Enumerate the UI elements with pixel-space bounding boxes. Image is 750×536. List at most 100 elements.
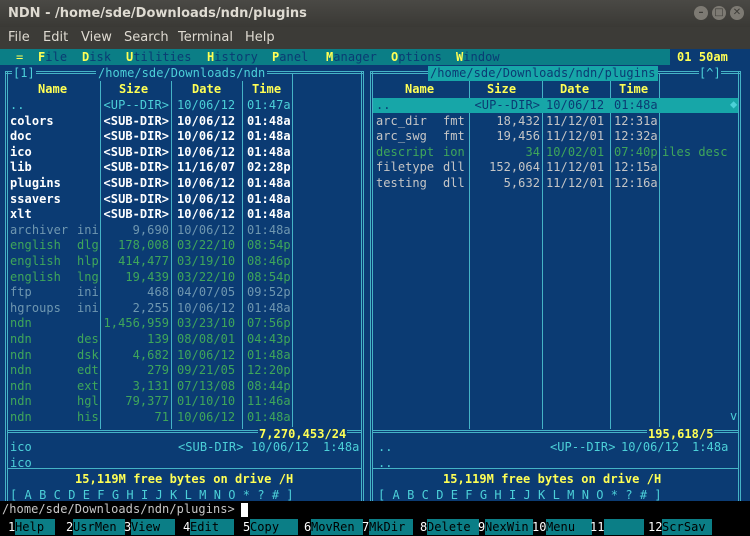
file-date: 10/06/12	[177, 129, 236, 144]
left-panel-path: /home/sde/Downloads/ndn	[96, 66, 268, 81]
fkey-label: Copy	[250, 520, 280, 534]
file-ext: dlg	[77, 238, 99, 253]
file-size: 1,456,959	[103, 316, 169, 331]
file-ext: hgl	[77, 394, 99, 409]
window-title: NDN - /home/sde/Downloads/ndn/plugins	[8, 6, 307, 21]
file-ext: dll	[443, 176, 465, 190]
menu-terminal[interactable]: Terminal	[178, 30, 233, 45]
file-name: hgroups	[10, 300, 61, 315]
fkey-label: View	[131, 520, 161, 534]
file-name: arc_dir	[376, 113, 427, 128]
file-date: 11/12/01	[546, 176, 605, 190]
app-menu-item[interactable]: History	[207, 50, 258, 65]
right-col-name[interactable]: Name	[405, 82, 434, 97]
left-info-time: 1:48a	[323, 440, 360, 454]
app-menu-label: ptions	[398, 50, 442, 64]
file-ext: ini	[77, 300, 99, 315]
file-size: 152,064	[489, 160, 540, 175]
command-prompt[interactable]: /home/sde/Downloads/ndn/plugins>	[2, 502, 235, 517]
file-size: 79,377	[125, 394, 169, 409]
app-menu-item[interactable]: Panel	[272, 50, 308, 65]
fkey-label: MovRen	[311, 520, 355, 534]
file-size: 2,255	[132, 300, 169, 315]
app-menu-item[interactable]: Utilities	[126, 50, 191, 65]
left-col-name[interactable]: Name	[38, 82, 67, 97]
file-time: 01:48a	[614, 98, 658, 112]
file-ext: hlp	[77, 254, 99, 268]
left-col-size[interactable]: Size	[119, 82, 148, 97]
file-time: 08:44p	[247, 378, 291, 393]
file-time: 07:40p	[614, 144, 658, 159]
app-menu-item[interactable]: Manager	[326, 50, 377, 65]
file-name: english	[10, 254, 61, 268]
menu-edit[interactable]: Edit	[43, 30, 68, 45]
file-time: 01:48a	[247, 191, 291, 206]
app-menu-item[interactable]: Options	[391, 50, 442, 65]
file-time: 12:31a	[614, 113, 658, 128]
app-menu-item[interactable]: Disk	[82, 50, 111, 65]
fkey-number: 11	[590, 520, 605, 534]
fkey-label: Delete	[427, 520, 471, 534]
left-col-date[interactable]: Date	[192, 82, 221, 97]
fkey-bg	[604, 519, 644, 535]
left-info-size: <SUB-DIR>	[178, 440, 244, 454]
minimize-icon[interactable]: –	[694, 6, 708, 20]
app-menu-label: anel	[279, 50, 309, 64]
file-date: 10/06/12	[177, 347, 236, 362]
right-info-size: <UP--DIR>	[550, 440, 616, 454]
scroll-thumb-icon[interactable]: ◆	[730, 97, 737, 112]
file-description: iles desc	[662, 144, 728, 159]
file-size: <SUB-DIR>	[103, 176, 169, 190]
file-time: 02:28p	[247, 160, 291, 175]
scroll-down-icon[interactable]: v	[730, 409, 737, 424]
close-icon[interactable]: ✕	[730, 6, 744, 20]
menu-search[interactable]: Search	[124, 30, 169, 45]
file-ext: his	[77, 410, 99, 424]
file-size: 34	[525, 144, 540, 159]
file-date: 10/06/12	[177, 222, 236, 237]
terminal-screen: = File Disk Utilities History Panel Manager Op…	[0, 49, 750, 536]
file-name: ndn	[10, 363, 32, 378]
right-col-size[interactable]: Size	[487, 82, 516, 97]
file-ext: ion	[443, 144, 465, 159]
left-col-time[interactable]: Time	[252, 82, 281, 97]
menu-help[interactable]: Help	[245, 30, 275, 45]
file-ext: dsk	[77, 347, 99, 362]
file-name: ico	[10, 144, 32, 159]
file-date: 03/19/10	[177, 254, 236, 268]
file-name: ftp	[10, 285, 32, 300]
file-time: 01:48a	[247, 222, 291, 237]
file-ext: lng	[77, 269, 99, 284]
fkey-label: Help	[15, 520, 45, 534]
file-size: 5,632	[503, 176, 540, 190]
right-col-date[interactable]: Date	[560, 82, 589, 97]
maximize-icon[interactable]: □	[712, 6, 726, 20]
file-date: 11/12/01	[546, 160, 605, 175]
file-size: <SUB-DIR>	[103, 144, 169, 159]
menu-view[interactable]: View	[81, 30, 112, 45]
menu-file[interactable]: File	[8, 30, 30, 45]
file-size: <SUB-DIR>	[103, 160, 169, 175]
app-menu-item[interactable]: Window	[456, 50, 500, 65]
file-date: 10/06/12	[177, 191, 236, 206]
file-time: 01:48a	[247, 144, 291, 159]
file-size: 4,682	[132, 347, 169, 362]
file-name: english	[10, 269, 61, 284]
right-col-time[interactable]: Time	[619, 82, 648, 97]
file-name: descript	[376, 144, 435, 159]
file-date: 11/12/01	[546, 113, 605, 128]
file-size: 19,439	[125, 269, 169, 284]
right-panel-marker[interactable]: [^]	[699, 66, 721, 81]
app-menu-item[interactable]: File	[38, 50, 67, 65]
file-ext: fmt	[443, 129, 465, 144]
file-size: <UP--DIR>	[474, 98, 540, 112]
left-info-date: 10/06/12	[251, 440, 310, 454]
file-name: ndn	[10, 332, 32, 346]
app-menu-label: istory	[214, 50, 258, 64]
window-titlebar: NDN - /home/sde/Downloads/ndn/plugins – …	[0, 0, 750, 27]
file-time: 01:47a	[247, 98, 291, 112]
file-time: 08:46p	[247, 254, 291, 268]
file-date: 10/02/01	[546, 144, 605, 159]
file-date: 10/06/12	[177, 98, 236, 112]
file-name: ndn	[10, 347, 32, 362]
